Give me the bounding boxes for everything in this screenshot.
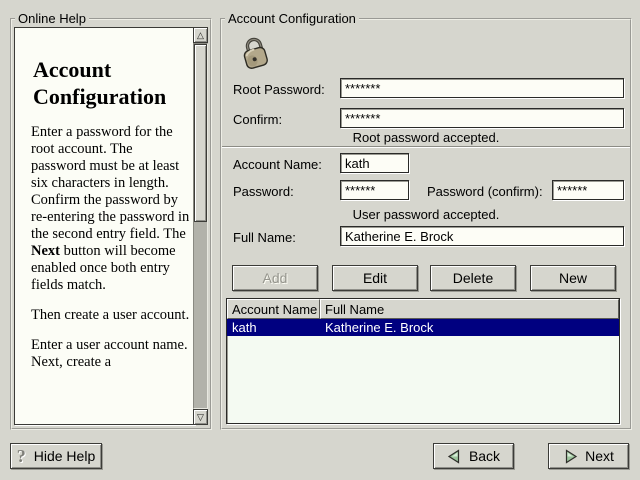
full-name-label: Full Name: [233, 230, 296, 245]
full-name-input[interactable]: Katherine E. Brock [340, 226, 624, 246]
help-next-emphasis: Next [31, 243, 60, 259]
scroll-down-icon: ▽ [197, 413, 204, 422]
accounts-table: Account Name Full Name kath Katherine E.… [226, 298, 620, 424]
next-button[interactable]: Next [548, 443, 629, 469]
installer-screen: Online Help Account Configuration Enter … [0, 0, 640, 480]
help-text-area: Account Configuration Enter a password f… [14, 27, 195, 425]
back-button[interactable]: Back [433, 443, 514, 469]
scroll-up-icon: △ [197, 31, 204, 40]
scrollbar-track[interactable] [193, 43, 208, 409]
back-arrow-icon [447, 449, 462, 464]
help-question-icon: ? [17, 446, 26, 467]
help-title: Account Configuration [33, 56, 190, 110]
scrollbar-thumb[interactable] [194, 44, 207, 222]
next-arrow-icon [563, 449, 578, 464]
accounts-table-header: Account Name Full Name [227, 299, 619, 319]
hide-help-button[interactable]: ? Hide Help [10, 443, 102, 469]
delete-button[interactable]: Delete [430, 265, 516, 291]
table-cell-full-name: Katherine E. Brock [320, 319, 619, 336]
confirm-password-input[interactable]: ******* [340, 108, 624, 128]
user-password-input[interactable]: ****** [340, 180, 409, 200]
password-confirm-input[interactable]: ****** [552, 180, 624, 200]
back-label: Back [469, 448, 500, 464]
help-paragraph-1: Enter a password for the root account. T… [31, 124, 190, 294]
help-frame-title: Online Help [15, 11, 89, 26]
account-name-label: Account Name: [233, 157, 322, 172]
next-label: Next [585, 448, 614, 464]
new-button[interactable]: New [530, 265, 616, 291]
add-button: Add [232, 265, 318, 291]
scroll-up-button[interactable]: △ [193, 27, 208, 43]
column-header-full-name[interactable]: Full Name [320, 299, 619, 319]
online-help-panel: Online Help Account Configuration Enter … [10, 18, 212, 430]
account-configuration-panel: Account Configuration Root Password: ***… [220, 18, 632, 430]
help-paragraph-2: Then create a user account. [31, 307, 190, 324]
panel-frame-title: Account Configuration [225, 11, 359, 26]
column-header-account-name[interactable]: Account Name [227, 299, 320, 319]
section-separator [222, 146, 630, 148]
help-paragraph-3: Enter a user account name. Next, create … [31, 337, 190, 371]
root-password-input[interactable]: ******* [340, 78, 624, 98]
table-cell-account-name: kath [227, 319, 320, 336]
help-scrollbar[interactable]: △ ▽ [193, 27, 208, 425]
edit-button[interactable]: Edit [332, 265, 418, 291]
user-password-status: User password accepted. [222, 207, 630, 222]
help-paragraph-1-text: Enter a password for the root account. T… [31, 124, 189, 242]
root-password-label: Root Password: [233, 82, 325, 97]
confirm-password-label: Confirm: [233, 112, 282, 127]
user-password-label: Password: [233, 184, 294, 199]
hide-help-label: Hide Help [34, 448, 95, 464]
table-row[interactable]: kath Katherine E. Brock [227, 319, 619, 336]
password-confirm-label: Password (confirm): [427, 184, 543, 199]
scroll-down-button[interactable]: ▽ [193, 409, 208, 425]
padlock-icon [236, 34, 274, 72]
root-password-status: Root password accepted. [222, 130, 630, 145]
account-name-input[interactable]: kath [340, 153, 409, 173]
